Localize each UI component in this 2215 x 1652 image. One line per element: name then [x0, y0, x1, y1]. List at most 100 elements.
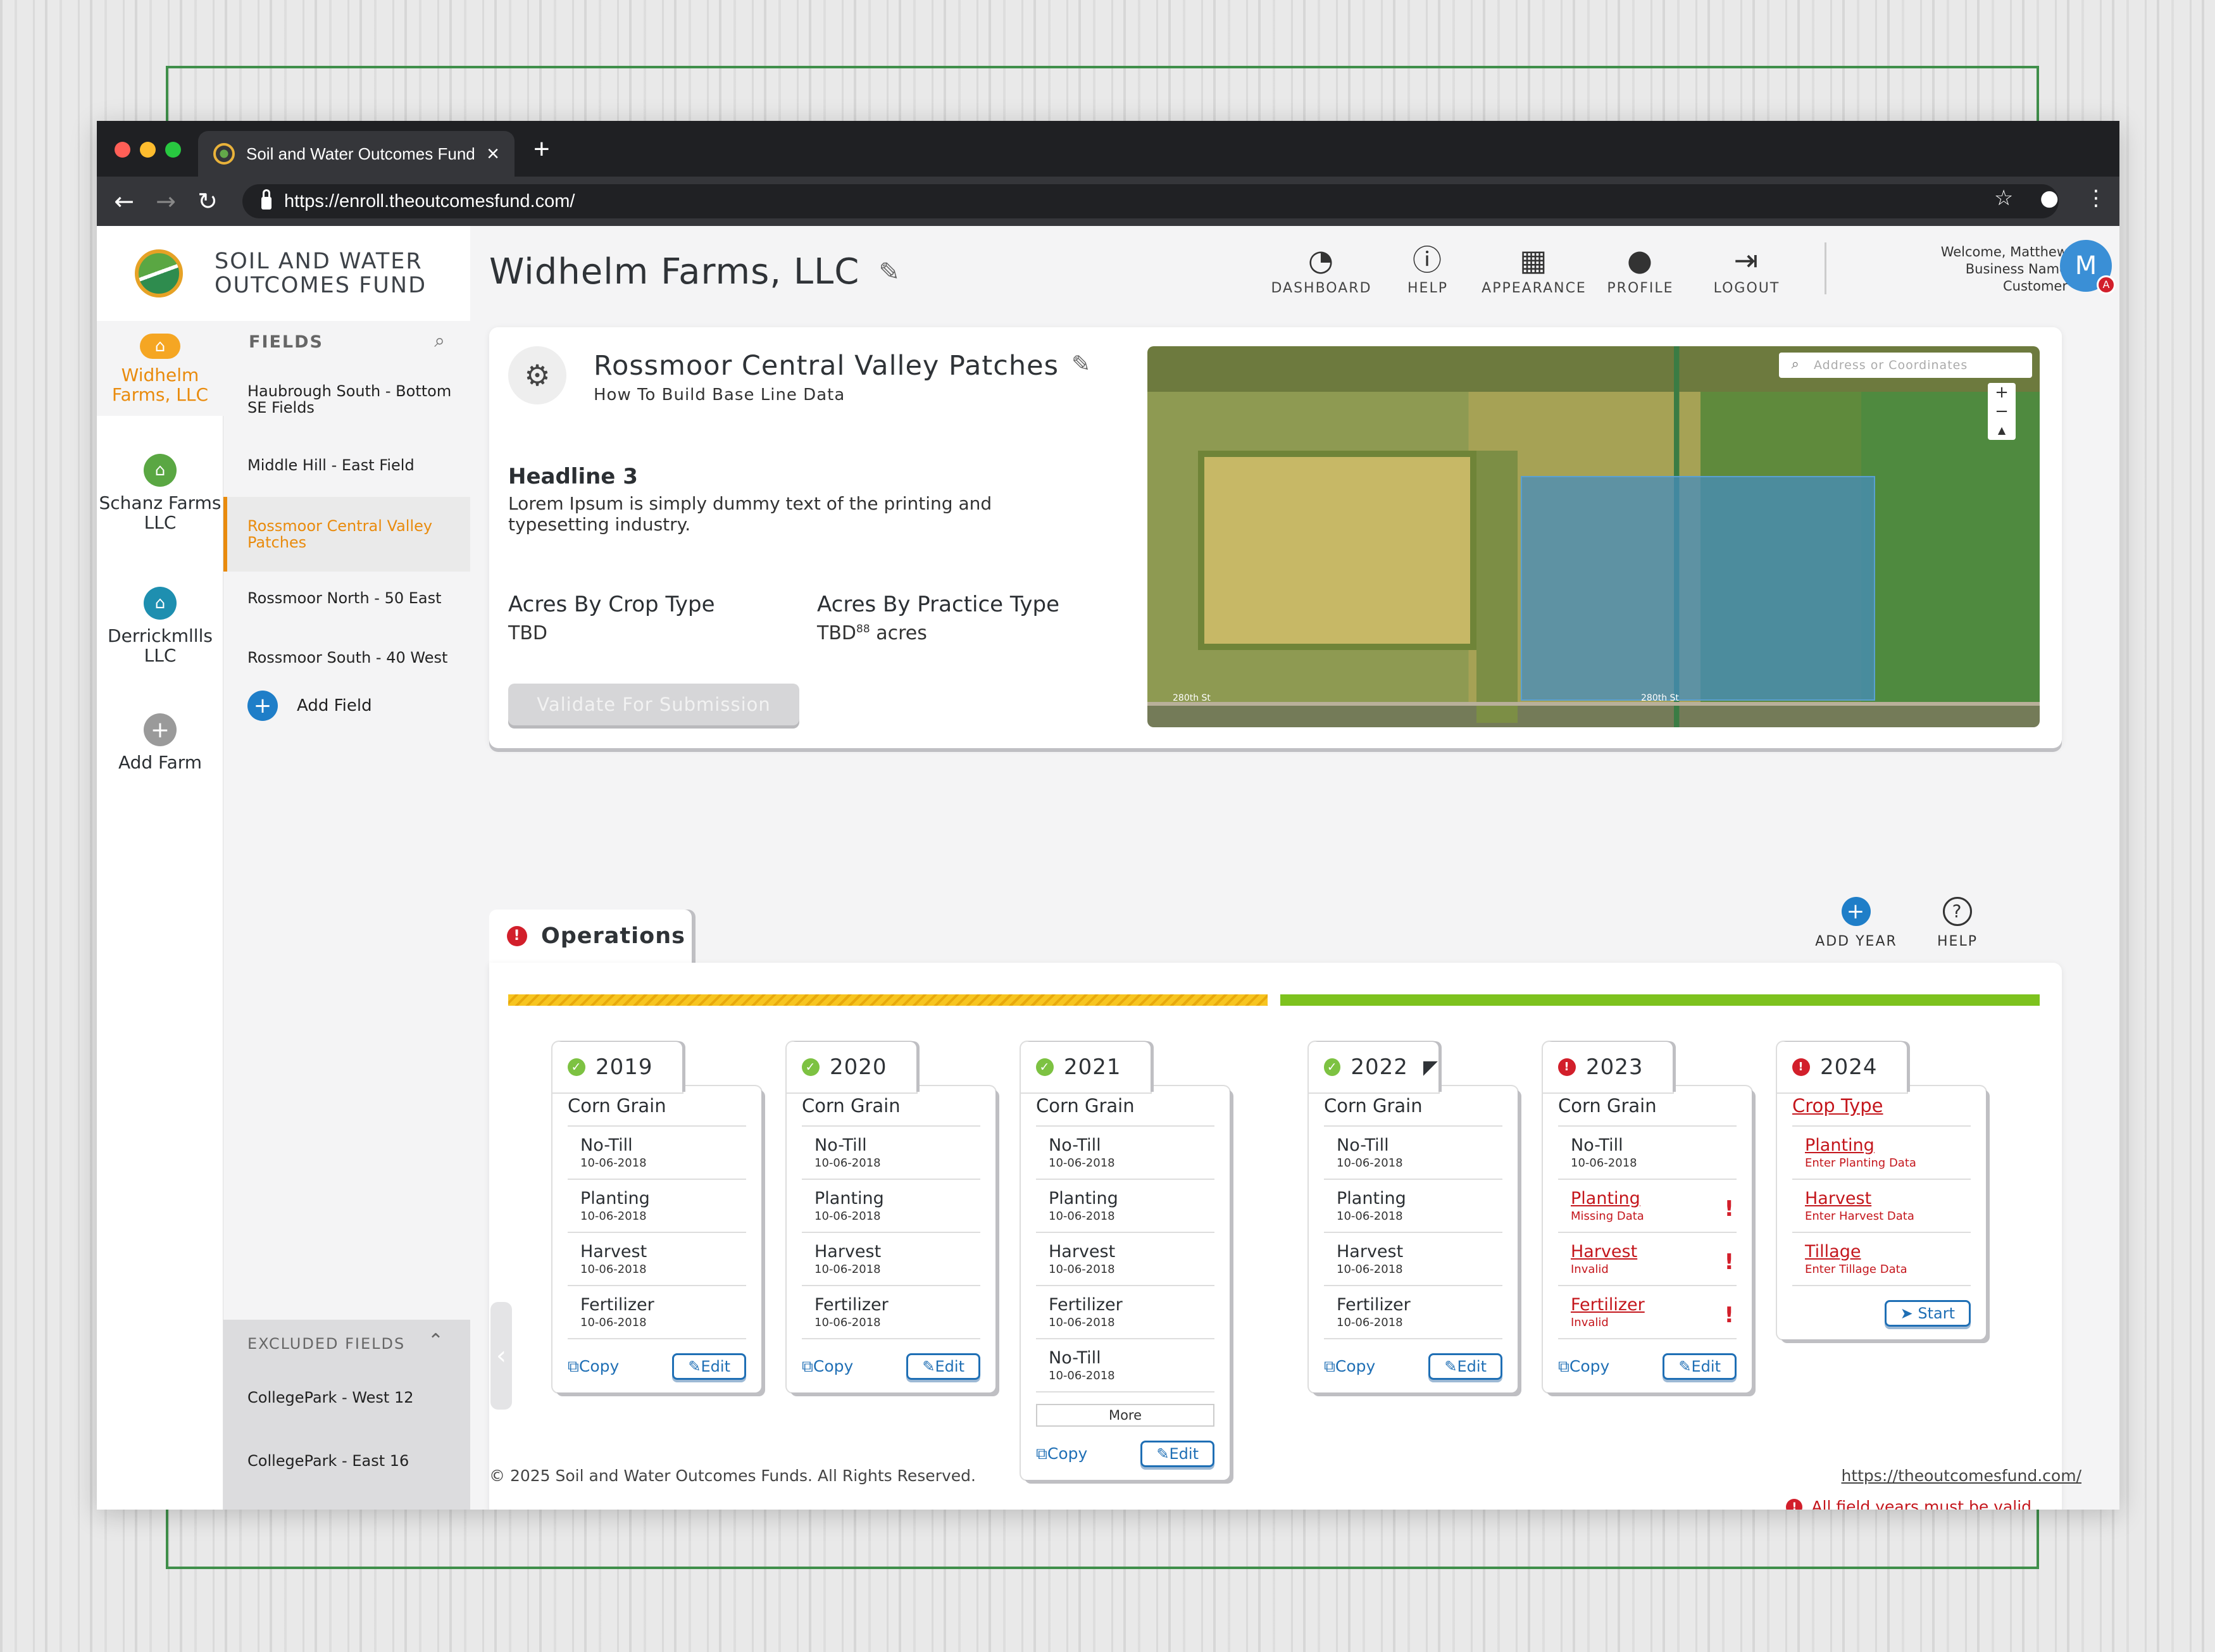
- forward-icon[interactable]: →: [145, 187, 187, 215]
- add-year-button[interactable]: + ADD YEAR: [1812, 897, 1900, 949]
- edit-button[interactable]: ✎Edit: [1428, 1353, 1502, 1380]
- operation-item[interactable]: No-Till 10-06-2018: [1558, 1127, 1737, 1180]
- validate-button[interactable]: Validate For Submission: [508, 684, 799, 725]
- avatar[interactable]: MA: [2060, 240, 2116, 294]
- compass-icon[interactable]: ▲: [1988, 421, 2016, 440]
- operation-item[interactable]: Planting 10-06-2018: [1324, 1180, 1502, 1233]
- browser-tab[interactable]: Soil and Water Outcomes Fund ×: [198, 131, 515, 177]
- nav-dashboard[interactable]: ◔ DASHBOARD: [1268, 240, 1375, 296]
- map-search-input[interactable]: Address or Coordinates: [1779, 353, 2032, 378]
- error-icon: !: [507, 926, 527, 946]
- operation-item[interactable]: No-Till 10-06-2018: [1324, 1127, 1502, 1180]
- nav-profile[interactable]: ● PROFILE: [1587, 240, 1694, 296]
- minimize-window-icon[interactable]: [140, 142, 156, 158]
- selected-field-overlay[interactable]: [1521, 476, 1875, 701]
- field-item[interactable]: Middle Hill - East Field: [223, 457, 470, 473]
- year-tab[interactable]: ✓ 2019: [552, 1042, 682, 1092]
- operation-item[interactable]: Harvest Invalid!: [1558, 1233, 1737, 1286]
- zoom-out-icon[interactable]: −: [1988, 402, 2016, 421]
- year-tab[interactable]: ✓ 2021: [1021, 1042, 1151, 1092]
- app-root: ⌂ Widhelm Farms, LLC ⌂ Schanz Farms LLC …: [97, 226, 2119, 1510]
- reload-icon[interactable]: ↻: [187, 187, 228, 215]
- nav-help[interactable]: ⓘ HELP: [1374, 240, 1482, 296]
- edit-title-icon[interactable]: ✎: [878, 258, 901, 287]
- operation-item[interactable]: Harvest 10-06-2018: [802, 1233, 980, 1286]
- zoom-window-icon[interactable]: [165, 142, 181, 158]
- operation-item[interactable]: Planting Missing Data!: [1558, 1180, 1737, 1233]
- edit-field-icon[interactable]: ✎: [1071, 351, 1090, 377]
- operation-item[interactable]: Planting Enter Planting Data: [1792, 1127, 1971, 1180]
- operation-item[interactable]: Fertilizer Invalid!: [1558, 1286, 1737, 1339]
- close-window-icon[interactable]: [115, 142, 130, 158]
- farm-item-derrickmills[interactable]: ⌂ Derrickmllls LLC: [97, 587, 223, 665]
- copy-button[interactable]: ⧉Copy: [1558, 1357, 1609, 1376]
- new-tab-icon[interactable]: +: [533, 134, 550, 165]
- year-card-body: Crop Type Planting Enter Planting Data Harv…: [1777, 1086, 1986, 1339]
- copy-button[interactable]: ⧉Copy: [802, 1357, 853, 1376]
- star-icon[interactable]: ☆: [1994, 185, 2013, 211]
- farm-item-schanz[interactable]: ⌂ Schanz Farms LLC: [97, 454, 223, 532]
- operation-item[interactable]: No-Till 10-06-2018: [802, 1127, 980, 1180]
- search-icon[interactable]: ⌕: [434, 330, 445, 352]
- operation-item[interactable]: No-Till 10-06-2018: [1036, 1339, 1214, 1392]
- edit-button[interactable]: ✎Edit: [672, 1353, 746, 1380]
- operation-item[interactable]: Harvest 10-06-2018: [1324, 1233, 1502, 1286]
- check-icon: ✓: [1036, 1058, 1054, 1076]
- add-farm-label: Add Farm: [118, 752, 203, 773]
- year-label: 2020: [830, 1054, 887, 1080]
- operation-item[interactable]: Harvest 10-06-2018: [568, 1233, 746, 1286]
- year-tab[interactable]: ! 2024: [1777, 1042, 1907, 1092]
- operation-item[interactable]: Harvest 10-06-2018: [1036, 1233, 1214, 1286]
- tab-operations[interactable]: ! Operations: [489, 910, 692, 963]
- copy-button[interactable]: ⧉Copy: [568, 1357, 619, 1376]
- nav-logout[interactable]: ⇥ LOGOUT: [1693, 240, 1800, 296]
- farm-item-widhelm[interactable]: ⌂ Widhelm Farms, LLC: [97, 321, 223, 416]
- start-button[interactable]: ➤ Start: [1884, 1300, 1971, 1327]
- operation-item[interactable]: No-Till 10-06-2018: [1036, 1127, 1214, 1180]
- add-field-button[interactable]: + Add Field: [223, 691, 470, 721]
- operation-item[interactable]: Planting 10-06-2018: [568, 1180, 746, 1233]
- excluded-field-item[interactable]: CollegePark - East 16: [223, 1453, 470, 1469]
- operation-item[interactable]: Planting 10-06-2018: [1036, 1180, 1214, 1233]
- operation-item[interactable]: Harvest Enter Harvest Data: [1792, 1180, 1971, 1233]
- year-tab[interactable]: ✓ 2022 ◤: [1309, 1042, 1438, 1092]
- excluded-field-item[interactable]: CollegePark - West 12: [223, 1389, 470, 1406]
- back-icon[interactable]: ←: [103, 187, 145, 215]
- footer-link[interactable]: https://theoutcomesfund.com/: [1841, 1467, 2081, 1485]
- operation-item[interactable]: Fertilizer 10-06-2018: [1324, 1286, 1502, 1339]
- year-tab[interactable]: ✓ 2020: [787, 1042, 916, 1092]
- edit-button[interactable]: ✎Edit: [1663, 1353, 1737, 1380]
- operation-item[interactable]: Fertilizer 10-06-2018: [568, 1286, 746, 1339]
- zoom-in-icon[interactable]: +: [1988, 383, 2016, 402]
- add-farm-button[interactable]: + Add Farm: [97, 713, 223, 772]
- edit-button[interactable]: ✎Edit: [906, 1353, 980, 1380]
- operations-help-button[interactable]: ? HELP: [1919, 897, 1995, 949]
- operation-item[interactable]: Fertilizer 10-06-2018: [1036, 1286, 1214, 1339]
- operation-item[interactable]: No-Till 10-06-2018: [568, 1127, 746, 1180]
- operation-item[interactable]: Fertilizer 10-06-2018: [802, 1286, 980, 1339]
- brand-logo[interactable]: SOIL AND WATER OUTCOMES FUND: [97, 226, 470, 321]
- more-button[interactable]: More: [1036, 1404, 1214, 1427]
- copy-button[interactable]: ⧉Copy: [1324, 1357, 1375, 1376]
- map-road: [1147, 702, 2040, 706]
- satellite-map[interactable]: 280th St 280th St Address or Coordinates…: [1147, 346, 2040, 727]
- field-item-active[interactable]: Rossmoor Central Valley Patches: [223, 497, 470, 572]
- year-tab[interactable]: ! 2023: [1543, 1042, 1673, 1092]
- year-label: 2019: [596, 1054, 653, 1080]
- field-item[interactable]: Rossmoor North - 50 East: [223, 590, 470, 606]
- main-content: Widhelm Farms, LLC ✎ ◔ DASHBOARD ⓘ HELP ▦ AP…: [470, 226, 2119, 1510]
- field-item[interactable]: Haubrough South - Bottom SE Fields: [223, 383, 470, 416]
- scroll-left-button[interactable]: ‹: [490, 1302, 512, 1410]
- address-bar[interactable]: https://enroll.theoutcomesfund.com/: [242, 184, 2059, 218]
- brand-line-1: SOIL AND WATER: [215, 249, 423, 274]
- chevron-up-icon[interactable]: ⌃: [428, 1330, 444, 1352]
- menu-icon[interactable]: ⋮: [2085, 185, 2107, 211]
- field-item[interactable]: Rossmoor South - 40 West: [223, 649, 470, 666]
- operation-item[interactable]: Planting 10-06-2018: [802, 1180, 980, 1233]
- edit-button[interactable]: ✎Edit: [1140, 1441, 1214, 1467]
- close-tab-icon[interactable]: ×: [487, 143, 499, 165]
- copy-button[interactable]: ⧉Copy: [1036, 1444, 1087, 1463]
- account-icon[interactable]: ●: [2040, 185, 2059, 211]
- nav-appearance[interactable]: ▦ APPEARANCE: [1480, 240, 1588, 296]
- operation-item[interactable]: Tillage Enter Tillage Data: [1792, 1233, 1971, 1286]
